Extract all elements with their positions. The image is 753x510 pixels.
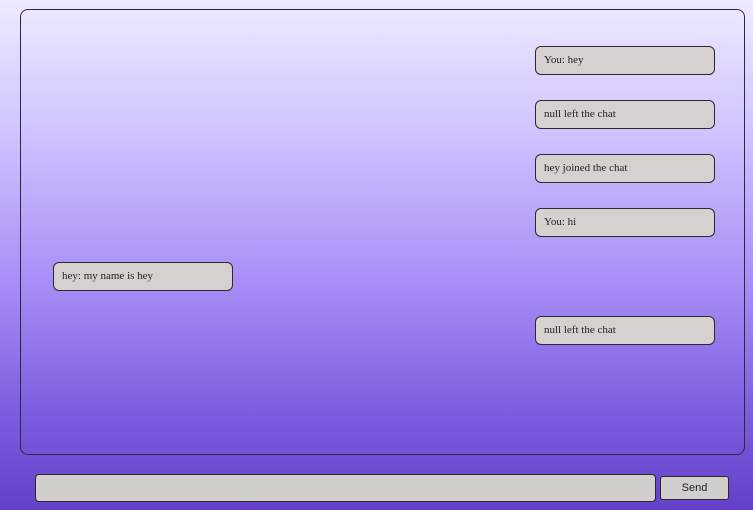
chat-message-system: null left the chat	[535, 100, 715, 129]
chat-message-outgoing: You: hi	[535, 208, 715, 237]
chat-message-incoming: hey: my name is hey	[53, 262, 233, 291]
message-input[interactable]	[35, 474, 656, 502]
chat-messages-panel[interactable]: You: hey null left the chat hey joined t…	[20, 9, 745, 455]
chat-message-outgoing: You: hey	[535, 46, 715, 75]
chat-message-system: hey joined the chat	[535, 154, 715, 183]
send-button[interactable]: Send	[660, 476, 729, 500]
chat-message-system: null left the chat	[535, 316, 715, 345]
